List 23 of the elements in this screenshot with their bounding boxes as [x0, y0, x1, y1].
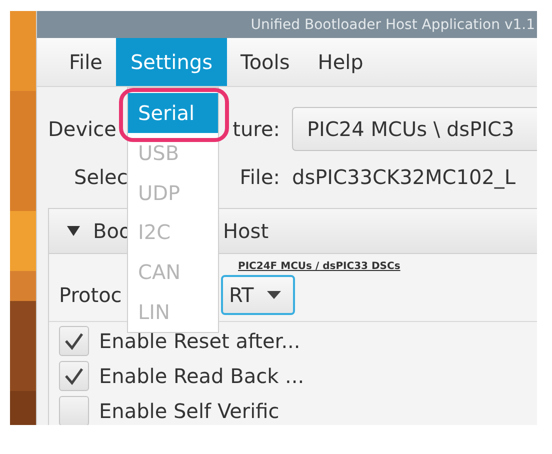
checkbox[interactable] — [59, 396, 89, 425]
checkmark-icon — [64, 366, 84, 384]
expanded-triangle-icon[interactable] — [67, 226, 80, 236]
menu-item[interactable]: File — [55, 38, 116, 86]
field-label: Protoc — [59, 283, 123, 307]
field-label: Selec — [74, 165, 128, 189]
protocol-dropdown[interactable]: RT — [221, 275, 295, 315]
menu-item[interactable]: Help — [304, 38, 378, 86]
panel-title: Host — [223, 219, 269, 243]
caret-icon — [267, 291, 281, 299]
checkmark-icon — [64, 332, 84, 350]
menu-item[interactable]: Tools — [226, 38, 304, 86]
field-label: ture: — [232, 117, 280, 141]
architecture-dropdown[interactable]: PIC24 MCUs \ dsPIC3 — [292, 107, 537, 151]
checkbox-label: Enable Read Back ... — [99, 364, 304, 388]
device-family-link[interactable]: PIC24F MCUs / dsPIC33 DSCs — [238, 261, 400, 272]
field-label: File: — [240, 165, 280, 189]
checkbox[interactable] — [59, 326, 89, 356]
checkbox-label: Enable Self Verific — [99, 398, 280, 422]
window-title: Unified Bootloader Host Application v1.1 — [250, 16, 535, 32]
checkbox[interactable] — [59, 360, 89, 390]
field-label: Device — [48, 117, 116, 141]
file-name: dsPIC33CK32MC102_L — [292, 165, 516, 189]
